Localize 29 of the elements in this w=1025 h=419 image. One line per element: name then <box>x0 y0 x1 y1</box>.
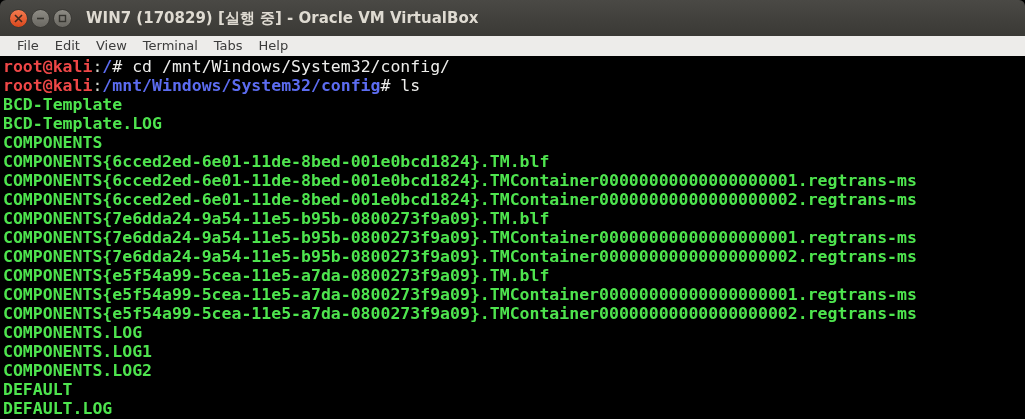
output-line: COMPONENTS.LOG2 <box>3 361 153 380</box>
output-line: COMPONENTS.LOG1 <box>3 342 153 361</box>
output-line: COMPONENTS{6cced2ed-6e01-11de-8bed-001e0bcd1824}.TM.blf <box>3 152 551 171</box>
output-line: COMPONENTS{7e6dda24-9a54-11e5-b95b-0800273f9a09}.TMContainer00000000000000000001.regtrans-ms <box>3 228 918 247</box>
output-line: COMPONENTS{e5f54a99-5cea-11e5-a7da-0800273f9a09}.TMContainer00000000000000000001.regtrans-ms <box>3 285 918 304</box>
menu-item[interactable]: Help <box>251 36 296 56</box>
minimize-icon[interactable] <box>31 8 50 28</box>
output-line: COMPONENTS{e5f54a99-5cea-11e5-a7da-0800273f9a09}.TM.blf <box>3 266 551 285</box>
menu-item[interactable]: Tabs <box>206 36 250 56</box>
maximize-icon[interactable] <box>53 8 72 28</box>
prompt-line: root@kali:/# cd /mnt/Windows/System32/config/ <box>3 57 452 76</box>
output-line: BCD-Template.LOG <box>3 114 163 133</box>
output-line: COMPONENTS{e5f54a99-5cea-11e5-a7da-0800273f9a09}.TMContainer00000000000000000002.regtrans-ms <box>3 304 918 323</box>
output-line: COMPONENTS{6cced2ed-6e01-11de-8bed-001e0bcd1824}.TMContainer00000000000000000002.regtrans-ms <box>3 190 918 209</box>
output-line: DEFAULT <box>3 380 74 399</box>
output-line: BCD-Template <box>3 95 124 114</box>
menu-item[interactable]: File <box>10 36 46 56</box>
output-line: COMPONENTS{6cced2ed-6e01-11de-8bed-001e0bcd1824}.TMContainer00000000000000000001.regtrans-ms <box>3 171 918 190</box>
prompt-line: root@kali:/mnt/Windows/System32/config# ls <box>3 76 422 95</box>
output-line: COMPONENTS.LOG <box>3 323 144 342</box>
output-line: COMPONENTS{7e6dda24-9a54-11e5-b95b-0800273f9a09}.TM.blf <box>3 209 551 228</box>
window-title: WIN7 (170829) [실행 중] - Oracle VM VirtualBox <box>86 7 479 29</box>
menu-item[interactable]: Terminal <box>135 36 205 56</box>
output-line: COMPONENTS <box>3 133 104 152</box>
menu-item[interactable]: Edit <box>47 36 87 56</box>
output-line: DEFAULT.LOG <box>3 399 114 418</box>
close-icon[interactable] <box>9 8 28 28</box>
menu-item[interactable]: View <box>88 36 134 56</box>
output-line: COMPONENTS{7e6dda24-9a54-11e5-b95b-0800273f9a09}.TMContainer00000000000000000002.regtrans-ms <box>3 247 918 266</box>
